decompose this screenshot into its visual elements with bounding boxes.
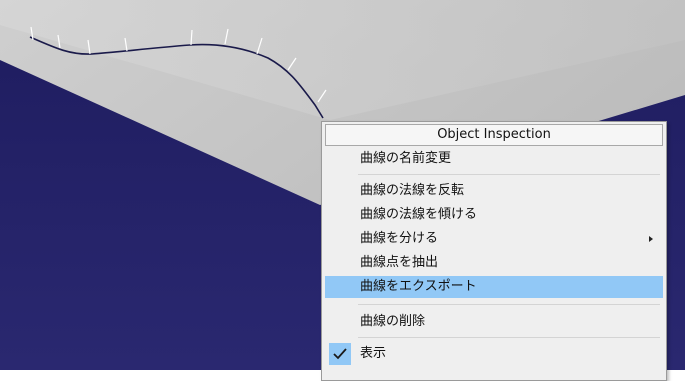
menu-separator	[358, 174, 660, 175]
menu-separator	[358, 304, 660, 305]
submenu-arrow-icon	[649, 236, 653, 242]
menu-title: Object Inspection	[325, 124, 663, 146]
menu-item-delete-curve[interactable]: 曲線の削除	[325, 311, 663, 333]
menu-item-label: 表示	[360, 346, 387, 361]
menu-item-export-curve[interactable]: 曲線をエクスポート	[325, 276, 663, 298]
menu-item-split-curve[interactable]: 曲線を分ける	[325, 228, 663, 250]
menu-item-flip-normals[interactable]: 曲線の法線を反転	[325, 180, 663, 202]
menu-item-extract-points[interactable]: 曲線点を抽出	[325, 252, 663, 274]
menu-item-label: 曲線を分ける	[360, 231, 439, 246]
menu-item-rename-curve[interactable]: 曲線の名前変更	[325, 148, 663, 170]
context-menu: Object Inspection 曲線の名前変更 曲線の法線を反転 曲線の法線…	[321, 121, 667, 381]
menu-separator	[358, 337, 660, 338]
menu-item-tilt-normals[interactable]: 曲線の法線を傾ける	[325, 204, 663, 226]
checkmark-icon	[329, 343, 351, 365]
menu-item-show[interactable]: 表示	[325, 343, 663, 365]
